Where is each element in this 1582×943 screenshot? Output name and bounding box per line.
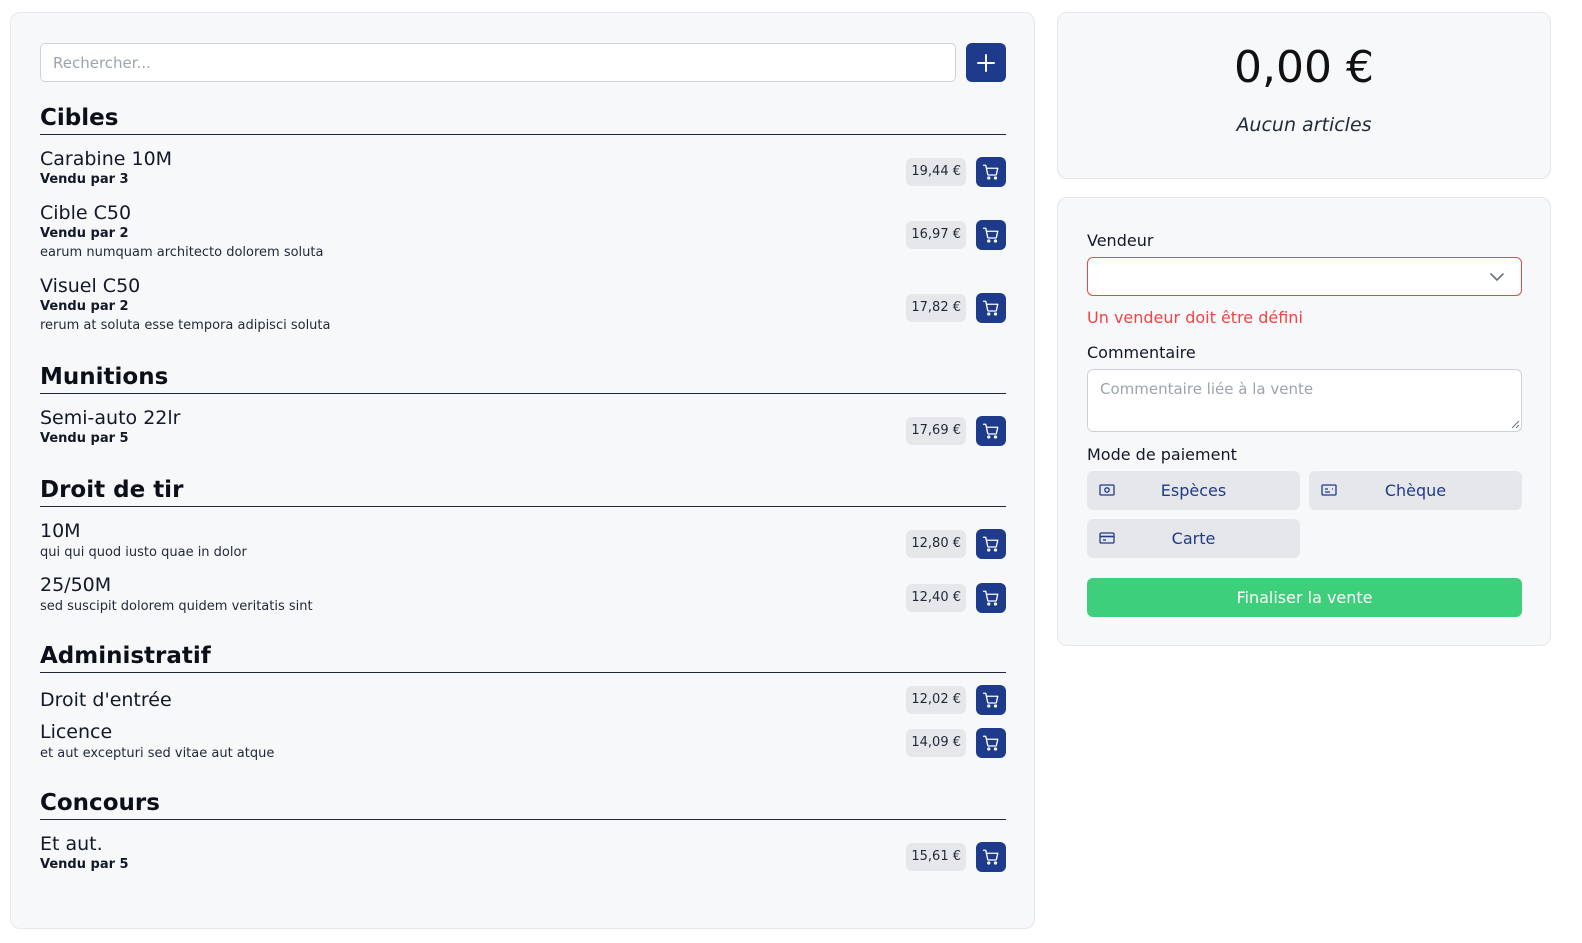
product-name: Licence: [40, 721, 113, 743]
product-sold-by: Vendu par 2: [40, 299, 129, 314]
product-item: Droit d'entrée 12,02 €: [40, 685, 1006, 715]
add-to-cart-button[interactable]: [976, 529, 1006, 559]
product-name: Semi-auto 22lr: [40, 407, 181, 429]
add-to-cart-button[interactable]: [976, 220, 1006, 250]
product-description: et aut excepturi sed vitae aut atque: [40, 746, 275, 761]
product-name: Visuel C50: [40, 275, 141, 297]
product-item: Licence et aut excepturi sed vitae aut a…: [40, 720, 1006, 766]
seller-error-message: Un vendeur doit être défini: [1087, 308, 1303, 327]
product-name: Droit d'entrée: [40, 689, 172, 711]
chevron-down-icon: [1490, 273, 1504, 281]
seller-select[interactable]: [1087, 257, 1522, 296]
search-input[interactable]: [40, 43, 956, 82]
cart-icon: [982, 735, 999, 751]
cart-item-count: Aucun articles: [1236, 114, 1372, 136]
product-description: rerum at soluta esse tempora adipisci so…: [40, 318, 331, 333]
add-to-cart-button[interactable]: [976, 583, 1006, 613]
add-to-cart-button[interactable]: [976, 293, 1006, 323]
product-catalog-panel: Cibles Carabine 10M Vendu par 3 19,44 € …: [10, 12, 1035, 929]
payment-cheque-label: Chèque: [1384, 481, 1447, 500]
cart-icon: [982, 536, 999, 552]
category-title-concours: Concours: [40, 789, 1006, 820]
cash-icon: [1099, 484, 1115, 496]
price-badge: 12,02 €: [906, 686, 966, 714]
product-sold-by: Vendu par 2: [40, 226, 129, 241]
product-sold-by: Vendu par 5: [40, 857, 129, 872]
category-title-cibles: Cibles: [40, 104, 1006, 135]
product-item: 25/50M sed suscipit dolorem quidem verit…: [40, 573, 1006, 623]
cart-icon: [982, 227, 999, 243]
credit-card-icon: [1099, 532, 1115, 544]
cheque-icon: [1321, 484, 1337, 496]
add-to-cart-button[interactable]: [976, 728, 1006, 758]
add-to-cart-button[interactable]: [976, 157, 1006, 187]
cart-icon: [982, 590, 999, 606]
seller-label: Vendeur: [1087, 231, 1154, 250]
product-item: Carabine 10M Vendu par 3 19,44 €: [40, 147, 1006, 197]
comment-label: Commentaire: [1087, 343, 1196, 362]
price-badge: 14,09 €: [906, 729, 966, 757]
comment-textarea[interactable]: [1087, 369, 1522, 432]
category-title-administratif: Administratif: [40, 642, 1006, 673]
cart-icon: [982, 849, 999, 865]
product-description: earum numquam architecto dolorem soluta: [40, 245, 324, 260]
cart-icon: [982, 300, 999, 316]
product-sold-by: Vendu par 3: [40, 172, 129, 187]
product-item: Et aut. Vendu par 5 15,61 €: [40, 832, 1006, 882]
price-badge: 17,69 €: [906, 417, 966, 445]
payment-cash-label: Espèces: [1160, 481, 1227, 500]
product-item: 10M qui qui quod iusto quae in dolor 12,…: [40, 519, 1006, 569]
product-name: 10M: [40, 520, 81, 542]
product-item: Semi-auto 22lr Vendu par 5 17,69 €: [40, 406, 1006, 456]
product-name: Et aut.: [40, 833, 103, 855]
finalize-sale-button[interactable]: Finaliser la vente: [1087, 578, 1522, 617]
add-to-cart-button[interactable]: [976, 685, 1006, 715]
sale-form-panel: Vendeur Un vendeur doit être défini Comm…: [1057, 197, 1551, 646]
add-to-cart-button[interactable]: [976, 842, 1006, 872]
plus-icon: [977, 53, 995, 72]
add-to-cart-button[interactable]: [976, 416, 1006, 446]
product-item: Cible C50 Vendu par 2 earum numquam arch…: [40, 201, 1006, 269]
product-name: 25/50M: [40, 574, 112, 596]
product-name: Cible C50: [40, 202, 132, 224]
cart-total: 0,00 €: [1234, 42, 1374, 93]
price-badge: 16,97 €: [906, 221, 966, 249]
payment-card-button[interactable]: Carte: [1087, 519, 1300, 558]
cart-summary-panel: 0,00 € Aucun articles: [1057, 12, 1551, 179]
product-item: Visuel C50 Vendu par 2 rerum at soluta e…: [40, 274, 1006, 342]
payment-cheque-button[interactable]: Chèque: [1309, 471, 1522, 510]
price-badge: 17,82 €: [906, 294, 966, 322]
product-sold-by: Vendu par 5: [40, 431, 129, 446]
product-description: sed suscipit dolorem quidem veritatis si…: [40, 599, 313, 614]
price-badge: 12,40 €: [906, 584, 966, 612]
price-badge: 12,80 €: [906, 530, 966, 558]
product-description: qui qui quod iusto quae in dolor: [40, 545, 247, 560]
category-title-munitions: Munitions: [40, 363, 1006, 394]
price-badge: 19,44 €: [906, 158, 966, 186]
product-name: Carabine 10M: [40, 148, 173, 170]
cart-icon: [982, 164, 999, 180]
price-badge: 15,61 €: [906, 843, 966, 871]
category-title-droit-de-tir: Droit de tir: [40, 476, 1006, 507]
payment-mode-label: Mode de paiement: [1087, 445, 1237, 464]
payment-card-label: Carte: [1171, 529, 1216, 548]
resize-handle-icon[interactable]: [1511, 420, 1520, 429]
cart-icon: [982, 423, 999, 439]
payment-cash-button[interactable]: Espèces: [1087, 471, 1300, 510]
add-product-button[interactable]: [966, 43, 1006, 82]
cart-icon: [982, 692, 999, 708]
